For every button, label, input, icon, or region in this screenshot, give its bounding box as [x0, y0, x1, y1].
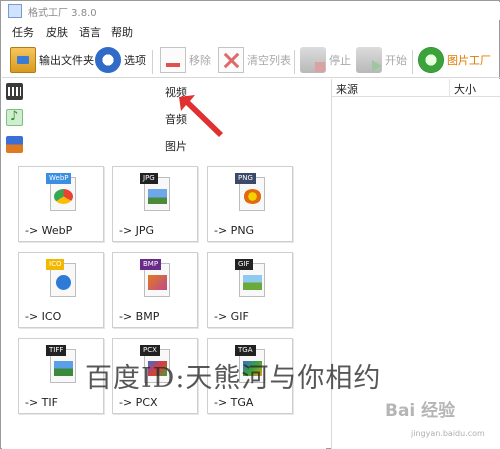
image-category-icon[interactable]: [6, 136, 23, 153]
image-factory-icon: [418, 47, 444, 73]
toolbar-divider: [412, 50, 413, 74]
options-icon: [95, 47, 121, 73]
gif-icon: GIF: [235, 259, 267, 299]
clear-list-label: 清空列表: [247, 54, 291, 67]
ico-tag: ICO: [46, 259, 65, 270]
window-title: 格式工厂 3.8.0: [28, 8, 97, 19]
jpg-tag: JPG: [140, 173, 158, 184]
baidu-logo: Bai 经验: [385, 401, 456, 421]
output-folder-label: 输出文件夹: [39, 54, 94, 67]
toolbar: 输出文件夹 选项 移除 清空列表 停止 开始 图片工厂: [2, 42, 500, 78]
app-window: 格式工厂 3.8.0 任务 皮肤 语言 帮助 输出文件夹 选项 移除 清空列表 …: [0, 0, 500, 449]
remove-button[interactable]: 移除: [160, 45, 211, 75]
tga-tag: TGA: [235, 345, 256, 356]
clear-icon: [218, 47, 244, 73]
toolbar-divider: [294, 50, 295, 74]
ico-label: -> ICO: [25, 310, 62, 323]
format-tile-gif[interactable]: GIF -> GIF: [207, 252, 293, 328]
jpg-label: -> JPG: [119, 224, 155, 237]
webp-label: -> WebP: [25, 224, 73, 237]
bmp-label: -> BMP: [119, 310, 160, 323]
watermark-text: 百度ID:天熊河与你相约: [85, 363, 382, 394]
bmp-icon: BMP: [140, 259, 172, 299]
remove-label: 移除: [189, 54, 211, 67]
format-tile-bmp[interactable]: BMP -> BMP: [112, 252, 198, 328]
gif-label: -> GIF: [214, 310, 249, 323]
column-size[interactable]: 大小: [450, 79, 500, 97]
png-icon: PNG: [235, 173, 267, 213]
menu-skin[interactable]: 皮肤: [46, 24, 68, 40]
webp-tag: WebP: [46, 173, 72, 184]
png-label: -> PNG: [214, 224, 255, 237]
gif-tag: GIF: [235, 259, 253, 270]
menu-help[interactable]: 帮助: [111, 24, 133, 40]
annotation-arrow-icon: [179, 95, 223, 137]
column-source[interactable]: 来源: [332, 79, 450, 97]
format-tile-webp[interactable]: WebP -> WebP: [18, 166, 104, 242]
start-icon: [356, 47, 382, 73]
audio-category-icon[interactable]: [6, 109, 23, 126]
folder-icon: [10, 47, 36, 73]
png-tag: PNG: [235, 173, 256, 184]
start-button[interactable]: 开始: [356, 45, 407, 75]
stop-label: 停止: [329, 54, 351, 67]
tif-label: -> TIF: [25, 396, 58, 409]
remove-icon: [160, 47, 186, 73]
format-tile-jpg[interactable]: JPG -> JPG: [112, 166, 198, 242]
app-icon: [8, 4, 22, 18]
image-factory-label: 图片工厂: [447, 54, 491, 67]
output-folder-button[interactable]: 输出文件夹: [10, 45, 94, 75]
stop-icon: [300, 47, 326, 73]
menu-bar: 任务 皮肤 语言 帮助: [2, 21, 500, 41]
pcx-label: -> PCX: [119, 396, 158, 409]
start-label: 开始: [385, 54, 407, 67]
options-button[interactable]: 选项: [95, 45, 146, 75]
toolbar-divider: [152, 50, 153, 74]
options-label: 选项: [124, 54, 146, 67]
jpg-icon: JPG: [140, 173, 172, 213]
clear-list-button[interactable]: 清空列表: [218, 45, 291, 75]
stop-button[interactable]: 停止: [300, 45, 351, 75]
tiff-icon: TIFF: [46, 345, 78, 385]
ico-icon: ICO: [46, 259, 78, 299]
format-tile-ico[interactable]: ICO -> ICO: [18, 252, 104, 328]
pcx-tag: PCX: [140, 345, 160, 356]
format-tile-png[interactable]: PNG -> PNG: [207, 166, 293, 242]
webp-icon: WebP: [46, 173, 78, 213]
menu-task[interactable]: 任务: [12, 24, 34, 40]
tga-label: -> TGA: [214, 396, 254, 409]
baidu-url: jingyan.baidu.com: [411, 429, 485, 438]
image-factory-button[interactable]: 图片工厂: [418, 45, 491, 75]
tiff-tag: TIFF: [46, 345, 67, 356]
bmp-tag: BMP: [140, 259, 162, 270]
title-bar: 格式工厂 3.8.0: [2, 2, 500, 20]
video-category-icon[interactable]: [6, 83, 23, 100]
menu-language[interactable]: 语言: [79, 24, 101, 40]
